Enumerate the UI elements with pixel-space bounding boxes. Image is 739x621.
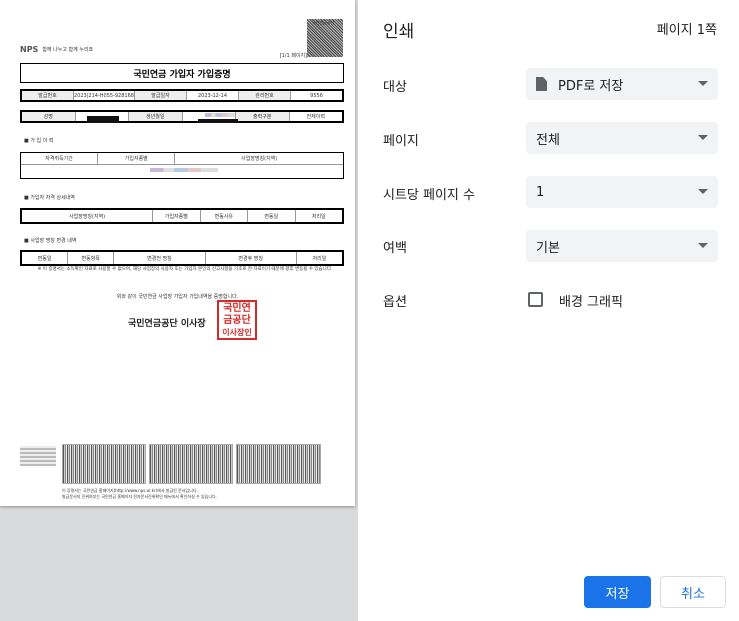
table-header-cell: 변동일 bbox=[22, 252, 69, 264]
info-row-2: 성명 생년월일 출력구분 전체이력 bbox=[20, 110, 344, 123]
info-cell: 발급일자 bbox=[134, 91, 187, 100]
table-header-cell: 처리일 bbox=[311, 213, 326, 220]
background-graphics-label[interactable]: 배경 그래픽 bbox=[559, 291, 623, 310]
table-header-cell: 변경후 명칭 bbox=[206, 252, 297, 264]
destination-label: 대상 bbox=[383, 80, 407, 95]
save-button[interactable]: 저장 bbox=[584, 576, 651, 608]
nps-logo: NPS bbox=[20, 45, 39, 54]
margins-select[interactable]: 기본 bbox=[526, 230, 718, 262]
info-cell: 관리번호 bbox=[239, 91, 292, 100]
table-header-cell: 가입자종별 bbox=[153, 210, 201, 222]
margins-value: 기본 bbox=[536, 240, 560, 256]
info-cell: 성명 bbox=[22, 112, 76, 121]
print-settings-panel: 인쇄 페이지 1쪽 대상 PDF로 저장 페이지 전체 시트당 페이지 수 1 … bbox=[358, 0, 739, 621]
redaction-block bbox=[198, 119, 238, 123]
info-cell: 9556 bbox=[310, 92, 323, 99]
pages-per-sheet-select[interactable]: 1 bbox=[526, 176, 718, 208]
document-notice: ※ 이 증명서는 소득확인 자료로 사용할 수 없으며, 해당 사업장의 사용자… bbox=[37, 267, 333, 272]
chevron-down-icon bbox=[698, 81, 708, 86]
document-header: NPS 함께 나누고 함께 누리죠 bbox=[20, 45, 93, 54]
seal-text-line: 이사장인 bbox=[222, 328, 252, 337]
margins-label: 여백 bbox=[383, 241, 407, 256]
info-cell: 2023-12-14 bbox=[187, 91, 239, 100]
chevron-down-icon bbox=[698, 189, 708, 194]
barcode-3 bbox=[236, 444, 321, 484]
file-icon bbox=[536, 77, 547, 91]
section-heading: ■ 가입자 자격 상세내역 bbox=[24, 195, 75, 201]
info-cell: 전체이력 bbox=[306, 114, 325, 120]
document-page-indicator: [1/1 페이지] bbox=[279, 53, 307, 59]
certify-text: 위와 같이 국민연금 사업장 가입자 가입내역을 증명합니다. bbox=[116, 294, 239, 300]
issuer-name: 국민연금공단 이사장 bbox=[128, 319, 206, 329]
official-seal-icon: 국민연 금공단이사장인 bbox=[217, 300, 257, 340]
page-count: 페이지 1쪽 bbox=[656, 23, 717, 38]
table-header-cell: 변동사유 bbox=[201, 210, 249, 222]
footer-line-2: 발급문서의 진위여부는 국민연금 홈페이지 전자문서진위확인 메뉴에서 확인하실… bbox=[62, 494, 217, 499]
chevron-down-icon bbox=[698, 243, 708, 248]
pages-select[interactable]: 전체 bbox=[526, 122, 718, 154]
cancel-button[interactable]: 취소 bbox=[660, 576, 726, 608]
table-header-cell: 사업장명칭(지역) bbox=[22, 210, 154, 222]
info-row-1: 발급번호 2023|214-H055-928168 발급일자 2023-12-1… bbox=[20, 89, 344, 102]
pages-label: 페이지 bbox=[383, 134, 419, 149]
chevron-down-icon bbox=[698, 135, 708, 140]
table-header-cell: 자격취득기간 bbox=[21, 153, 99, 164]
table-header-cell: 변경전 명칭 bbox=[114, 252, 206, 264]
pages-per-sheet-label: 시트당 페이지 수 bbox=[383, 188, 475, 203]
preview-page: NPS 함께 나누고 함께 누리죠 [1/1 페이지] 국민연금공단 국민연금 … bbox=[0, 0, 355, 506]
redaction-block bbox=[87, 116, 119, 123]
barcode-1 bbox=[62, 444, 146, 484]
pages-per-sheet-value: 1 bbox=[536, 184, 545, 200]
seal-text-line: 국민연 bbox=[223, 303, 251, 314]
redaction-pixels bbox=[205, 113, 235, 117]
history-table: 자격취득기간 가입자종별 사업장명칭(지역) bbox=[20, 152, 344, 179]
document-mark-icon bbox=[20, 446, 56, 466]
document-title: 국민연금 가입자 가입증명 bbox=[20, 63, 344, 83]
info-cell: 발급번호 bbox=[22, 91, 75, 100]
table-header-cell: 처리일 bbox=[312, 255, 327, 262]
table-header-cell: 가입자종별 bbox=[98, 153, 176, 164]
info-cell: 출력구분 bbox=[236, 112, 290, 121]
destination-value: PDF로 저장 bbox=[558, 78, 624, 94]
barcode-2 bbox=[149, 444, 233, 484]
seal-text-line: 금공단 bbox=[223, 315, 251, 326]
background-graphics-checkbox[interactable] bbox=[528, 292, 543, 307]
name-change-table: 변동일 변동항목 변경전 명칭 변경후 명칭 처리일 bbox=[20, 250, 344, 266]
section-heading: ■ 사업장 명칭 변경 내역 bbox=[24, 238, 77, 244]
info-cell: 2023|214-H055-928168 bbox=[74, 91, 135, 100]
pages-value: 전체 bbox=[536, 132, 560, 148]
detail-table: 사업장명칭(지역) 가입자종별 변동사유 변동일 처리일 bbox=[20, 208, 344, 224]
redaction-pixels bbox=[150, 168, 218, 172]
destination-select[interactable]: PDF로 저장 bbox=[526, 68, 718, 100]
qr-code-label: 국민연금공단 bbox=[312, 20, 335, 25]
table-header-cell: 변동항목 bbox=[68, 252, 115, 264]
info-cell: 생년월일 bbox=[129, 112, 183, 121]
table-header-cell: 사업장명칭(지역) bbox=[241, 156, 278, 162]
section-heading: ■ 가 입 이 력 bbox=[24, 138, 54, 144]
document-slogan: 함께 나누고 함께 누리죠 bbox=[42, 47, 94, 53]
table-header-cell: 변동일 bbox=[248, 210, 296, 222]
options-label: 옵션 bbox=[383, 295, 407, 310]
panel-title: 인쇄 bbox=[383, 22, 415, 42]
print-preview-area: NPS 함께 나누고 함께 누리죠 [1/1 페이지] 국민연금공단 국민연금 … bbox=[0, 0, 358, 621]
